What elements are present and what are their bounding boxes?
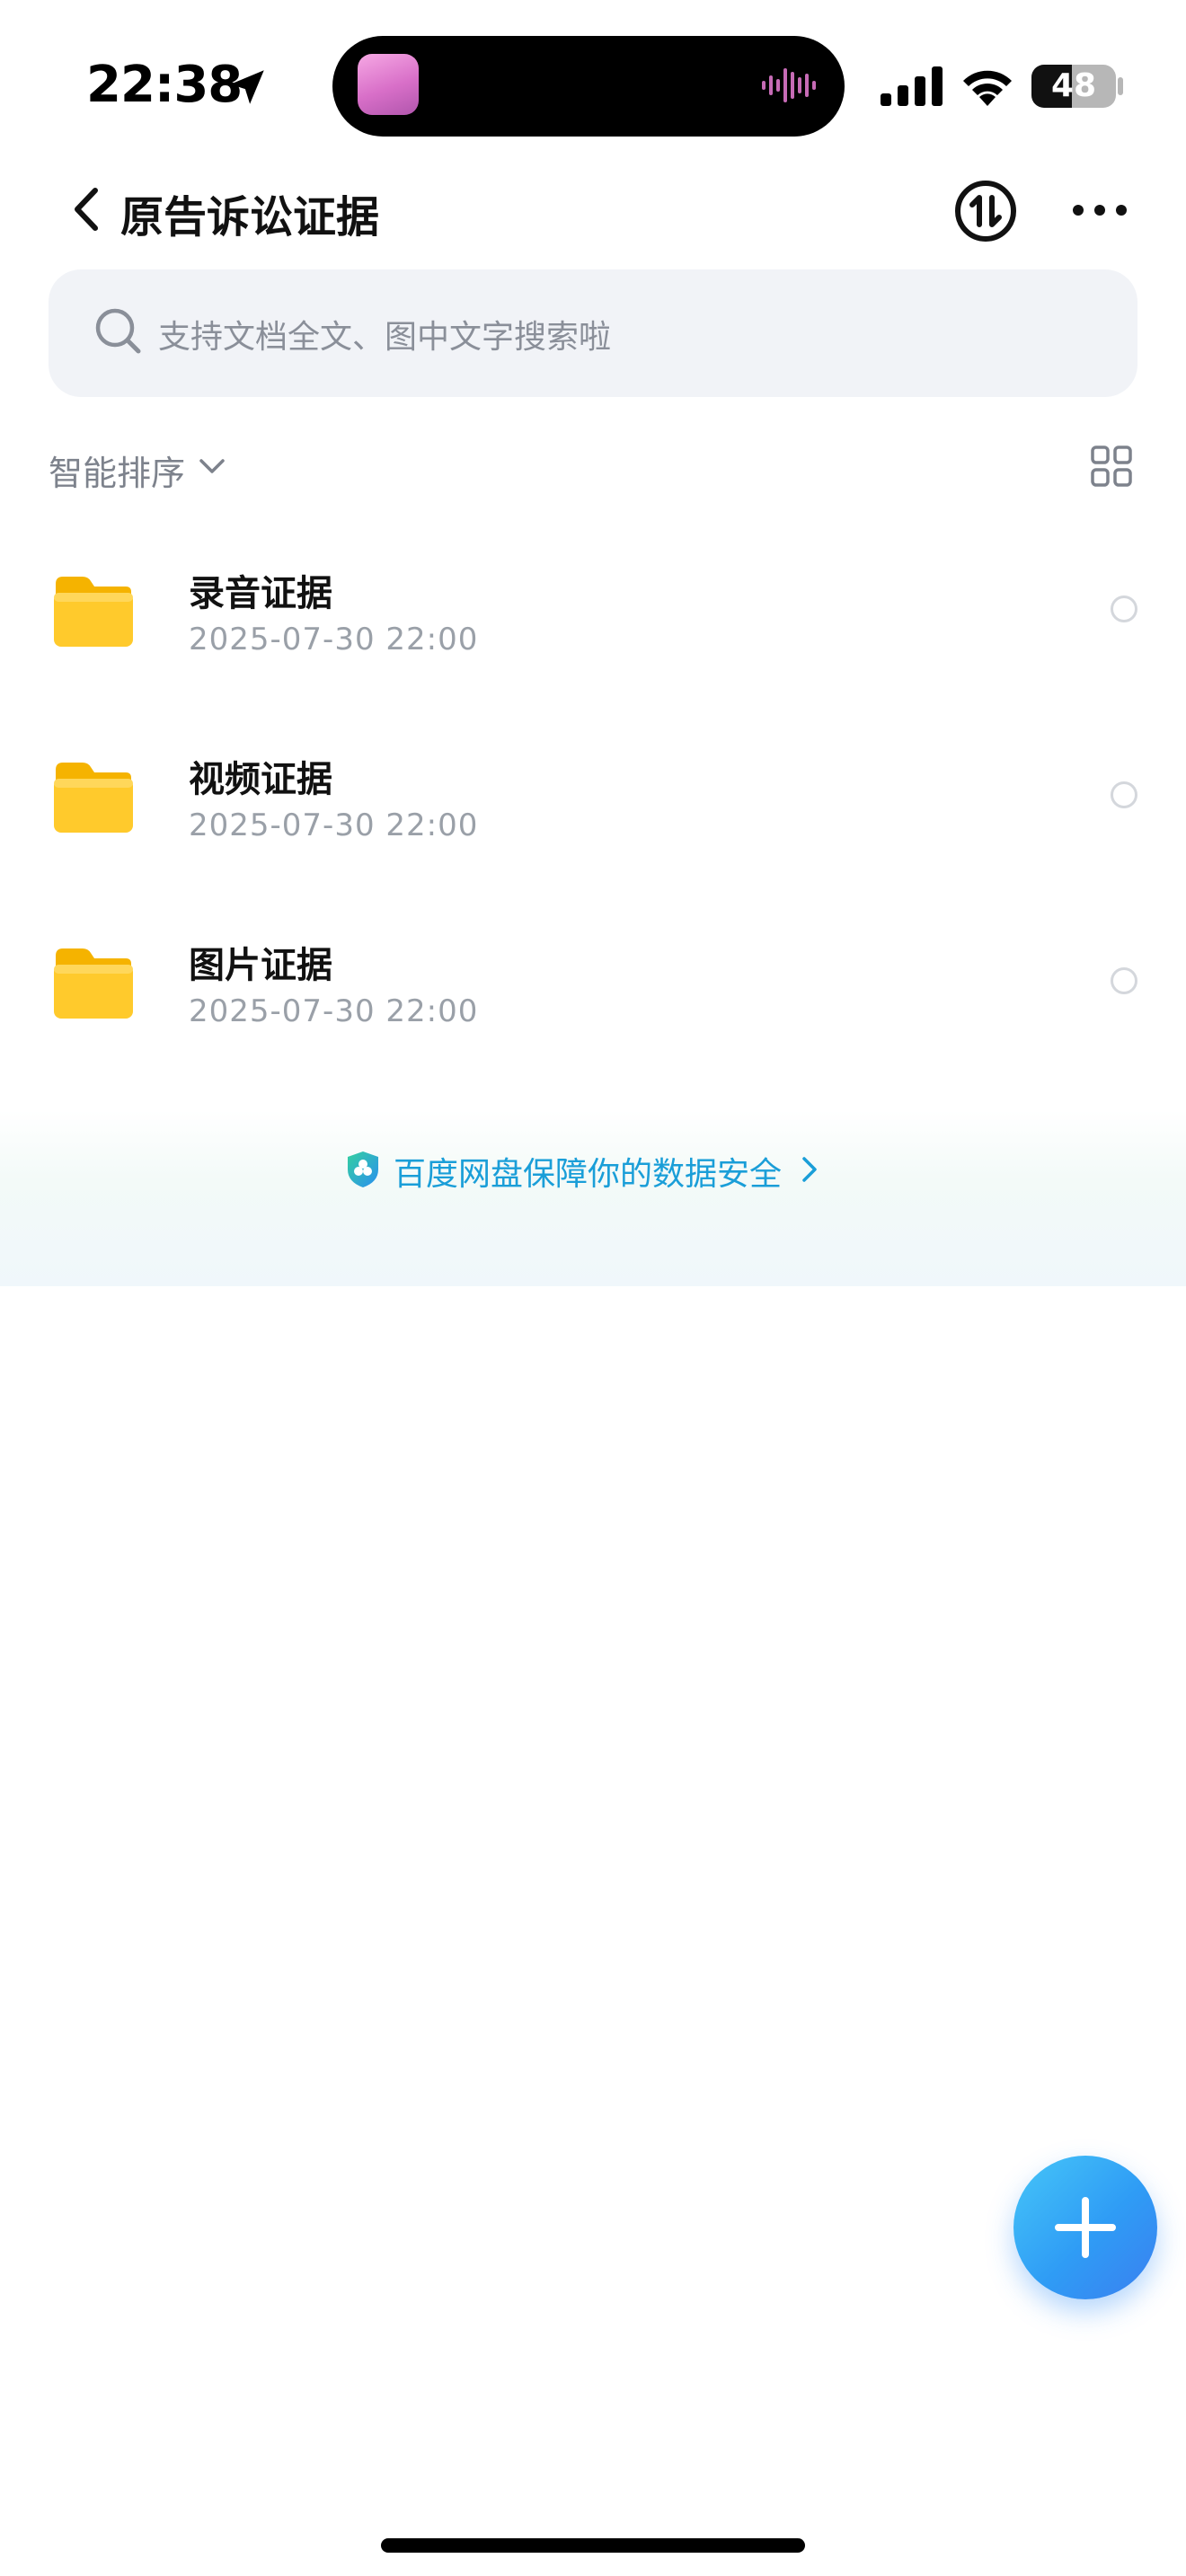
list-item[interactable]: 视频证据 2025-07-30 22:00 <box>0 705 1186 885</box>
audio-waveform-icon <box>762 68 816 102</box>
file-date: 2025-07-30 22:00 <box>189 622 479 657</box>
select-checkbox[interactable] <box>1111 595 1137 622</box>
wifi-icon <box>963 70 1012 106</box>
file-name: 视频证据 <box>189 759 332 800</box>
list-item[interactable]: 图片证据 2025-07-30 22:00 <box>0 891 1186 1071</box>
security-banner[interactable] <box>0 1110 1186 1286</box>
location-arrow-icon <box>230 70 264 104</box>
file-name: 图片证据 <box>189 945 332 986</box>
folder-icon <box>54 763 133 833</box>
now-playing-artwork <box>358 54 419 115</box>
cellular-signal-icon <box>881 66 943 106</box>
chevron-right-icon[interactable] <box>800 1155 819 1184</box>
file-date: 2025-07-30 22:00 <box>189 807 479 843</box>
home-indicator[interactable] <box>381 2538 805 2553</box>
more-dots-icon[interactable] <box>1071 190 1128 230</box>
add-button[interactable] <box>1013 2156 1157 2299</box>
select-checkbox[interactable] <box>1111 967 1137 994</box>
file-name: 录音证据 <box>189 573 332 614</box>
transfer-icon[interactable] <box>954 180 1017 243</box>
list-item[interactable]: 录音证据 2025-07-30 22:00 <box>0 519 1186 699</box>
page-title: 原告诉讼证据 <box>120 192 380 243</box>
plus-icon <box>1055 2197 1116 2258</box>
battery-indicator: 48 <box>1031 65 1116 108</box>
search-placeholder[interactable]: 支持文档全文、图中文字搜索啦 <box>158 311 611 357</box>
grid-view-icon[interactable] <box>1091 446 1132 487</box>
file-date: 2025-07-30 22:00 <box>189 993 479 1029</box>
search-icon <box>95 308 141 354</box>
security-banner-text[interactable]: 百度网盘保障你的数据安全 <box>394 1148 782 1195</box>
folder-icon <box>54 577 133 647</box>
battery-level: 48 <box>1050 67 1097 104</box>
back-button[interactable] <box>63 180 113 239</box>
chevron-down-icon[interactable] <box>198 456 226 476</box>
sort-dropdown[interactable]: 智能排序 <box>49 446 185 495</box>
select-checkbox[interactable] <box>1111 781 1137 808</box>
battery-nub <box>1118 77 1123 95</box>
folder-icon <box>54 948 133 1019</box>
status-time: 22:38 <box>86 56 243 114</box>
shield-icon <box>348 1151 378 1187</box>
